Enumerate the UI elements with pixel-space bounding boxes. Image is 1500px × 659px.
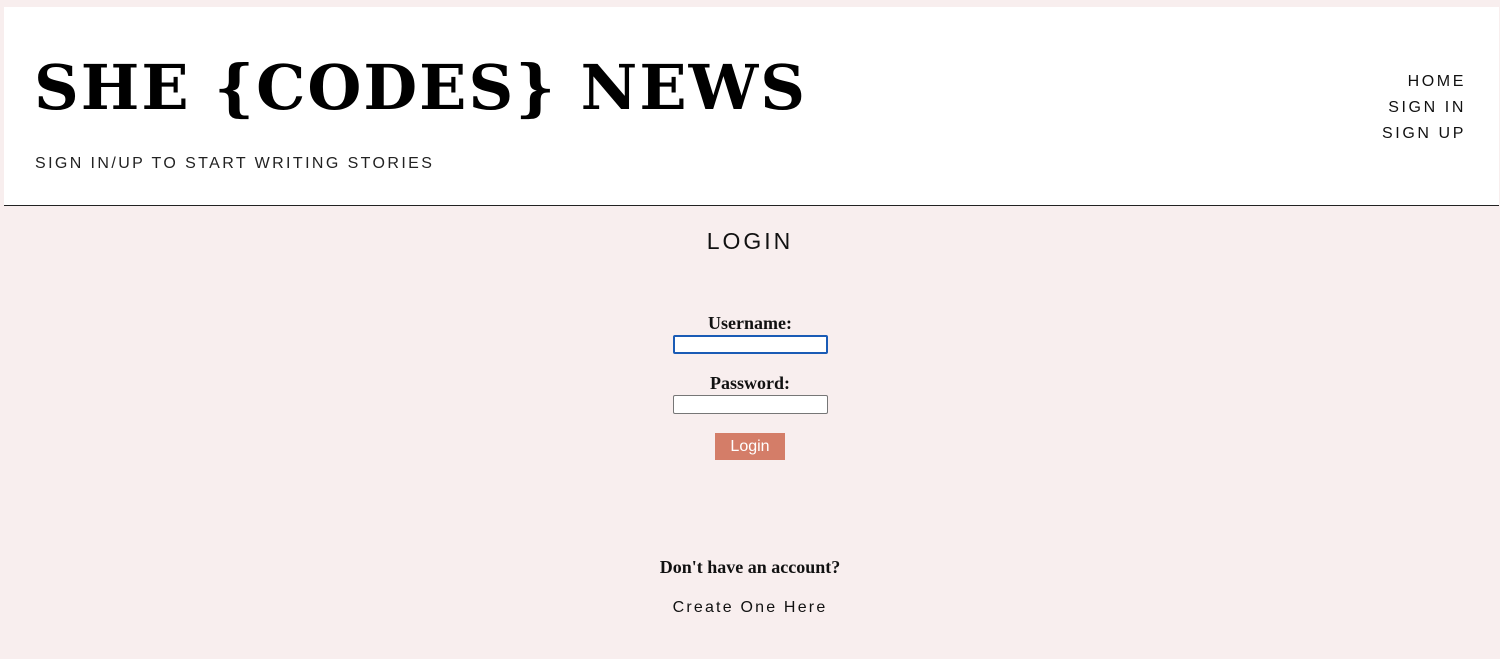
password-input[interactable]	[672, 395, 828, 414]
field-spacer	[0, 354, 1500, 372]
password-label: Password:	[710, 373, 790, 393]
username-label: Username:	[708, 313, 792, 333]
site-title: SHE {CODES} NEWS	[34, 51, 808, 124]
nav-sign-up-link[interactable]: SIGN UP	[1382, 121, 1466, 147]
login-heading: LOGIN	[706, 228, 794, 254]
nav-home-link[interactable]: HOME	[1382, 69, 1466, 95]
main-nav: HOME SIGN IN SIGN UP	[1382, 69, 1466, 147]
site-tagline: SIGN IN/UP TO START WRITING STORIES	[35, 155, 435, 172]
site-header: SHE {CODES} NEWS SIGN IN/UP TO START WRI…	[4, 7, 1499, 206]
username-input[interactable]	[672, 335, 828, 354]
create-account-link[interactable]: Create One Here	[0, 599, 1500, 617]
no-account-text: Don't have an account?	[659, 557, 841, 577]
nav-sign-in-link[interactable]: SIGN IN	[1382, 95, 1466, 121]
login-button[interactable]: Login	[715, 433, 785, 460]
login-form: Username: Password: Login	[0, 312, 1500, 460]
